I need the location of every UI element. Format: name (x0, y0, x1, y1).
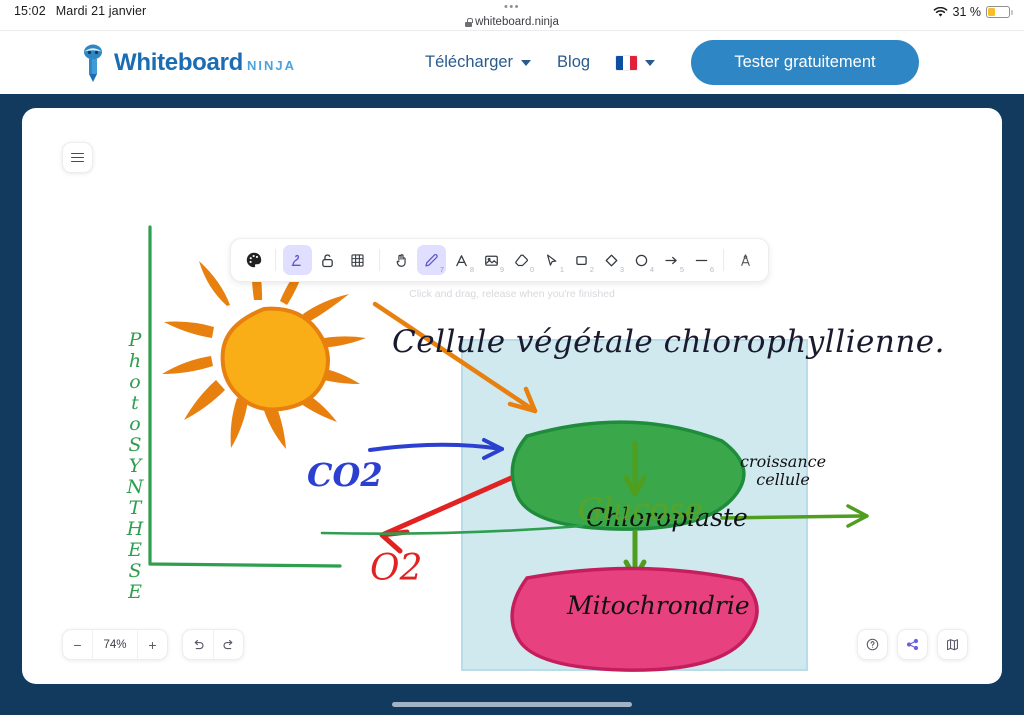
v-letter: t (131, 392, 139, 414)
vertical-photosynthese-label: P h o t o S Y N T H E S E (117, 330, 153, 603)
nav-item-telecharger[interactable]: Télécharger (425, 53, 532, 72)
shape-selection-icon[interactable] (283, 245, 312, 275)
grid-icon[interactable] (343, 245, 372, 275)
library-icon[interactable] (937, 629, 968, 660)
v-letter: H (126, 518, 144, 540)
toolbar-divider (379, 249, 380, 271)
tool-shortcut: 5 (679, 265, 684, 274)
line-icon[interactable]: 6 (687, 245, 716, 275)
whiteboard-ninja-logo-icon (80, 43, 106, 83)
whiteboard-canvas-card[interactable]: Cellule végétale chlorophyllienne. P h o… (22, 108, 1002, 684)
text-icon[interactable]: 8 (447, 245, 476, 275)
nav-label-telecharger: Télécharger (425, 53, 514, 71)
nav-item-blog[interactable]: Blog (557, 53, 590, 72)
undo-icon[interactable] (183, 629, 213, 660)
share-icon[interactable] (897, 629, 928, 660)
v-letter: P (128, 329, 142, 351)
tab-menu-dots-icon[interactable]: ••• (0, 2, 1024, 13)
ipad-status-bar: 15:02 Mardi 21 janvier ••• whiteboard.ni… (0, 0, 1024, 30)
v-letter: N (126, 476, 144, 498)
home-indicator (392, 702, 632, 707)
eraser-icon[interactable]: 0 (507, 245, 536, 275)
browser-address-area: ••• whiteboard.ninja (0, 2, 1024, 28)
logo[interactable]: Whiteboard NINJA (80, 43, 296, 83)
brand-name: Whiteboard NINJA (114, 49, 296, 77)
tool-shortcut: 1 (559, 265, 564, 274)
lock-open-icon[interactable] (313, 245, 342, 275)
croissance-line1: croissance (740, 452, 827, 471)
lock-icon (465, 17, 473, 27)
tool-shortcut: 6 (709, 265, 714, 274)
hand-icon[interactable] (387, 245, 416, 275)
v-letter: S (128, 560, 142, 582)
history-controls[interactable] (182, 629, 244, 660)
chevron-down-icon (521, 59, 532, 66)
main-nav: Télécharger Blog (425, 53, 656, 72)
mitochrondrie-label: Mitochrondrie (567, 591, 750, 620)
drawing-title: Cellule végétale chlorophyllienne. (392, 324, 946, 360)
toolbar-divider (275, 249, 276, 271)
brand-main: Whiteboard (114, 48, 243, 76)
hamburger-menu-icon (71, 150, 84, 165)
croissance-cellule-label: croissance cellule (740, 453, 826, 489)
toolbar-hint-text: Click and drag, release when you're fini… (409, 288, 615, 300)
v-letter: Y (128, 455, 142, 477)
tool-shortcut: 0 (529, 265, 534, 274)
o2-label: O2 (370, 548, 423, 589)
help-icon[interactable] (857, 629, 888, 660)
v-letter: o (129, 413, 141, 435)
v-letter: o (129, 371, 141, 393)
zoom-controls[interactable]: − 74% + (62, 629, 168, 660)
v-letter: E (128, 539, 142, 561)
site-header: Whiteboard NINJA Télécharger Blog Tester … (0, 30, 1024, 94)
address-bar-text: whiteboard.ninja (475, 16, 559, 28)
nav-item-language[interactable] (616, 55, 656, 70)
frame-tool-icon[interactable] (731, 245, 760, 275)
zoom-level-value[interactable]: 74% (92, 629, 138, 660)
app-frame: Cellule végétale chlorophyllienne. P h o… (0, 94, 1024, 715)
co2-label: CO2 (307, 456, 383, 494)
address-bar[interactable]: whiteboard.ninja (0, 16, 1024, 28)
wifi-icon (933, 6, 948, 18)
diamond-icon[interactable]: 3 (597, 245, 626, 275)
cta-tester-gratuitement-button[interactable]: Tester gratuitement (691, 40, 919, 85)
color-palette-icon[interactable] (239, 245, 268, 275)
v-letter: E (128, 581, 142, 603)
status-right: 31 % (933, 5, 1013, 19)
arrow-icon[interactable]: 5 (657, 245, 686, 275)
rectangle-icon[interactable]: 2 (567, 245, 596, 275)
croissance-line2: cellule (756, 470, 810, 489)
nav-label-blog: Blog (557, 53, 591, 71)
v-letter: T (128, 497, 142, 519)
battery-percent-label: 31 % (952, 5, 982, 19)
redo-icon[interactable] (213, 629, 243, 660)
tool-shortcut: 2 (589, 265, 594, 274)
pencil-icon[interactable]: 7 (417, 245, 446, 275)
canvas-menu-button[interactable] (62, 142, 93, 173)
drawing-toolbar[interactable]: 7 8 9 0 1 2 3 4 5 6 (230, 238, 769, 282)
v-letter: h (128, 350, 142, 372)
glucose-label: Glucose (578, 492, 703, 528)
chevron-down-icon (645, 59, 656, 66)
image-icon[interactable]: 9 (477, 245, 506, 275)
tool-shortcut: 3 (619, 265, 624, 274)
tool-shortcut: 7 (439, 265, 444, 274)
sun-body (220, 306, 330, 412)
cursor-arrow-icon[interactable]: 1 (537, 245, 566, 275)
tool-shortcut: 4 (649, 265, 654, 274)
ellipse-icon[interactable]: 4 (627, 245, 656, 275)
tool-shortcut: 8 (469, 265, 474, 274)
v-letter: S (128, 434, 142, 456)
battery-icon (986, 6, 1013, 18)
toolbar-divider (723, 249, 724, 271)
zoom-in-button[interactable]: + (138, 629, 167, 660)
brand-sub: NINJA (247, 57, 297, 73)
screen-root: 15:02 Mardi 21 janvier ••• whiteboard.ni… (0, 0, 1024, 715)
french-flag-icon (616, 55, 638, 70)
canvas-bottom-right-controls (857, 629, 968, 660)
tool-shortcut: 9 (499, 265, 504, 274)
whiteboard-drawing[interactable]: Cellule végétale chlorophyllienne. P h o… (22, 108, 1002, 684)
zoom-out-button[interactable]: − (63, 629, 92, 660)
